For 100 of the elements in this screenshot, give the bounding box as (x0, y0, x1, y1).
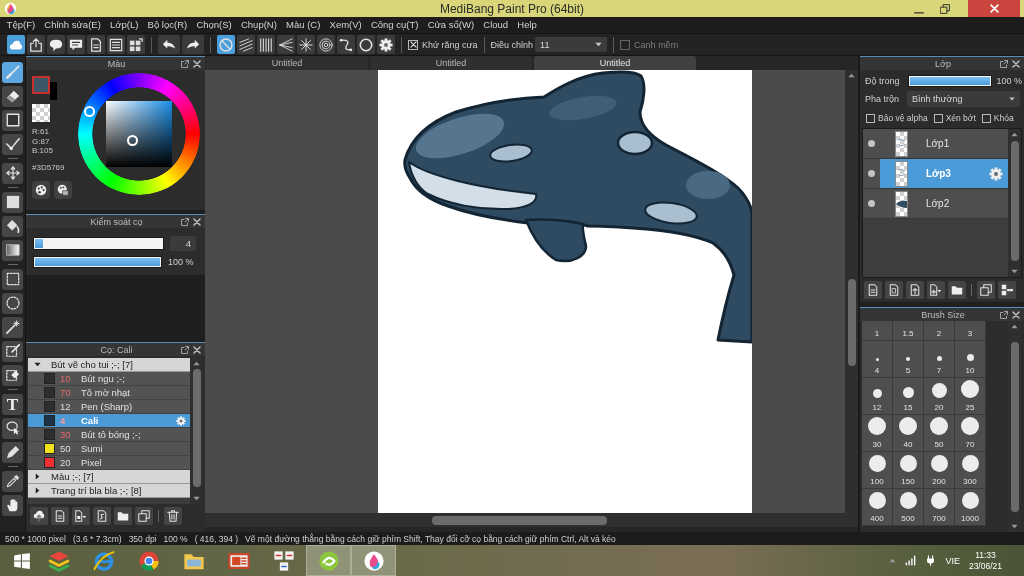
caret-up-icon[interactable] (848, 72, 855, 79)
tool-button[interactable] (2, 417, 23, 439)
palette-button[interactable] (32, 180, 50, 199)
brush-size-cell[interactable]: 5 (893, 341, 924, 378)
visibility-dot-icon[interactable] (868, 140, 875, 147)
brush-size-cell[interactable]: 20 (924, 378, 955, 415)
brush-size-cell[interactable]: 700 (924, 489, 955, 526)
brush-size-cell[interactable]: 3 (955, 321, 986, 341)
close-button[interactable] (968, 0, 1020, 17)
panel-tool-button[interactable] (135, 507, 153, 525)
toolbar-button[interactable] (47, 35, 65, 54)
scrollbar[interactable] (205, 513, 858, 527)
caret-up-icon[interactable] (193, 360, 200, 367)
menu-item[interactable]: Tệp(F) (2, 17, 40, 33)
panel-tool-button[interactable] (927, 281, 945, 299)
popout-icon[interactable] (181, 59, 189, 68)
brush-size-cell[interactable]: 25 (955, 378, 986, 415)
scrollbar-thumb[interactable] (432, 515, 607, 525)
caret-down-icon[interactable] (1011, 268, 1018, 275)
scrollbar[interactable] (845, 70, 858, 513)
adjust-dropdown[interactable]: 11 (535, 37, 608, 52)
brush-size-cell[interactable]: 30 (862, 415, 893, 452)
brush-size-cell[interactable]: 400 (862, 489, 893, 526)
background-swatch-icon[interactable] (50, 82, 57, 100)
close-icon[interactable] (1012, 59, 1020, 68)
panel-tool-button[interactable] (906, 281, 924, 299)
toolbar-button[interactable] (87, 35, 105, 54)
taskbar-button[interactable] (351, 545, 396, 576)
layer-row[interactable]: Lớp2 (863, 189, 1008, 219)
brush-size-cell[interactable]: 1000 (955, 489, 986, 526)
menu-item[interactable]: Chụp(N) (236, 17, 282, 33)
toolbar-button[interactable] (158, 35, 180, 54)
brush-size-cell[interactable]: 200 (924, 452, 955, 489)
caret-up-icon[interactable] (1011, 323, 1018, 330)
toolbar-button[interactable] (182, 35, 204, 54)
scrollbar[interactable] (1008, 321, 1021, 532)
taskbar-button[interactable] (306, 545, 351, 576)
close-icon[interactable] (193, 345, 201, 354)
document-tab[interactable]: Untitled (206, 56, 368, 70)
brush-row[interactable]: 70 Tô mờ nhạt (28, 386, 190, 400)
menu-item[interactable]: Cửa sổ(W) (423, 17, 479, 33)
hue-handle-icon[interactable] (84, 106, 95, 117)
toolbar-button[interactable] (317, 35, 335, 54)
popout-icon[interactable] (181, 345, 189, 354)
tool-button[interactable] (2, 85, 23, 107)
tool-button[interactable] (2, 494, 23, 516)
menu-item[interactable]: Cloud (478, 17, 513, 33)
toolbar-button[interactable] (337, 35, 355, 54)
brush-size-cell[interactable]: 150 (893, 452, 924, 489)
brush-size-cell[interactable]: 50 (924, 415, 955, 452)
signal-bars-icon[interactable] (905, 555, 917, 566)
app-logo-icon[interactable] (4, 2, 17, 15)
caret-up-icon[interactable] (1011, 131, 1018, 138)
panel-tool-button[interactable] (885, 281, 903, 299)
power-plug-icon[interactable] (925, 555, 937, 566)
menu-item[interactable]: Chọn(S) (191, 17, 237, 33)
document-tab[interactable]: Untitled (534, 56, 696, 70)
close-icon[interactable] (193, 59, 201, 68)
brush-size-cell[interactable]: 500 (893, 489, 924, 526)
blend-mode-dropdown[interactable]: Bình thường (907, 91, 1020, 107)
tool-button[interactable] (2, 109, 23, 131)
brush-row[interactable]: 30 Bút tô bóng ;-; (28, 428, 190, 442)
brush-size-cell[interactable]: 300 (955, 452, 986, 489)
close-icon[interactable] (193, 217, 201, 226)
tool-button[interactable] (2, 133, 23, 155)
checkbox[interactable] (866, 113, 875, 123)
scrollbar[interactable] (1008, 129, 1021, 277)
foreground-swatch-icon[interactable] (32, 76, 50, 94)
popout-icon[interactable] (181, 217, 189, 226)
scrollbar[interactable] (190, 358, 203, 504)
panel-tool-button[interactable] (948, 281, 966, 299)
scrollbar-thumb[interactable] (847, 279, 856, 366)
toolbar-button[interactable] (237, 35, 255, 54)
brush-group-header[interactable]: Trang trí bla bla ;-; [8] (28, 484, 190, 498)
picker-handle-icon[interactable] (127, 135, 138, 146)
toolbar-button[interactable] (27, 35, 45, 54)
brush-size-cell[interactable]: 70 (955, 415, 986, 452)
brush-size-slider[interactable] (33, 237, 164, 250)
toolbar-button[interactable] (107, 35, 125, 54)
menu-item[interactable]: Lớp(L) (105, 17, 143, 33)
toolbar-button[interactable] (297, 35, 315, 54)
panel-tool-button[interactable] (998, 281, 1016, 299)
close-icon[interactable] (1012, 310, 1020, 319)
tool-button[interactable] (2, 268, 23, 290)
toolbar-button[interactable] (357, 35, 375, 54)
restore-icon[interactable] (940, 3, 950, 14)
toolbar-button[interactable] (67, 35, 85, 54)
document-tab[interactable]: Untitled (370, 56, 532, 70)
visibility-dot-icon[interactable] (868, 170, 875, 177)
scrollbar-thumb[interactable] (1010, 342, 1019, 512)
toolbar-button[interactable] (377, 35, 395, 54)
gear-icon[interactable] (989, 166, 1003, 181)
brush-group-header[interactable]: Màu ;-; [7] (28, 470, 190, 484)
tool-button[interactable] (2, 340, 23, 362)
gear-icon[interactable] (176, 415, 186, 426)
caret-down-icon[interactable] (1011, 523, 1018, 530)
panel-tool-button[interactable] (977, 281, 995, 299)
tool-button[interactable] (2, 239, 23, 261)
tool-button[interactable] (2, 292, 23, 314)
brush-size-cell[interactable]: 10 (955, 341, 986, 378)
